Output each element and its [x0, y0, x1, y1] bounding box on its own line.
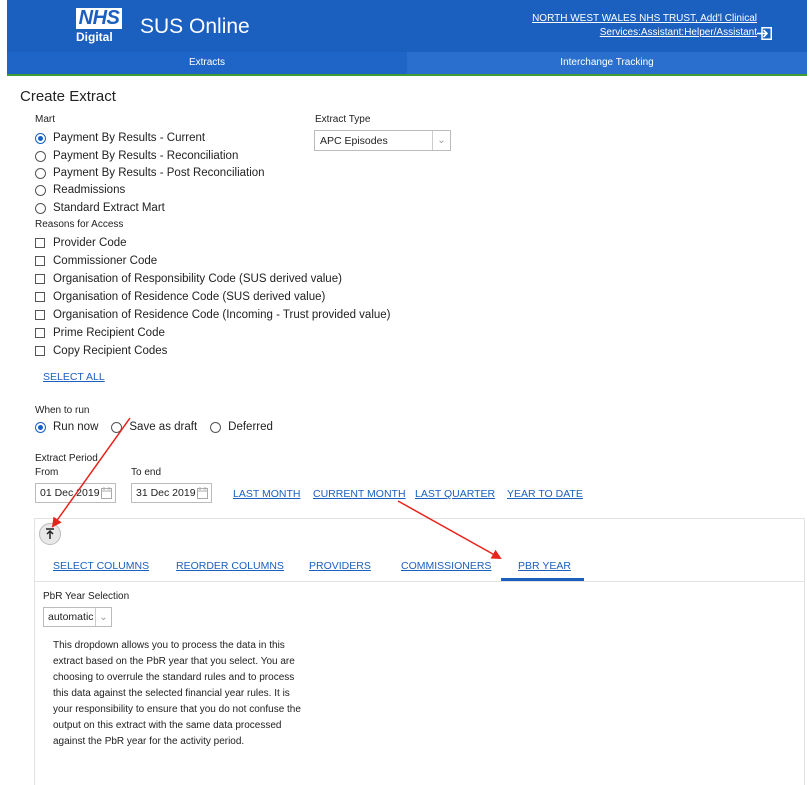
annotation-arrow-to-pbr-tab [397, 500, 502, 559]
annotation-arrows [51, 417, 502, 559]
annotation-arrow-to-scroll-top [51, 417, 131, 528]
